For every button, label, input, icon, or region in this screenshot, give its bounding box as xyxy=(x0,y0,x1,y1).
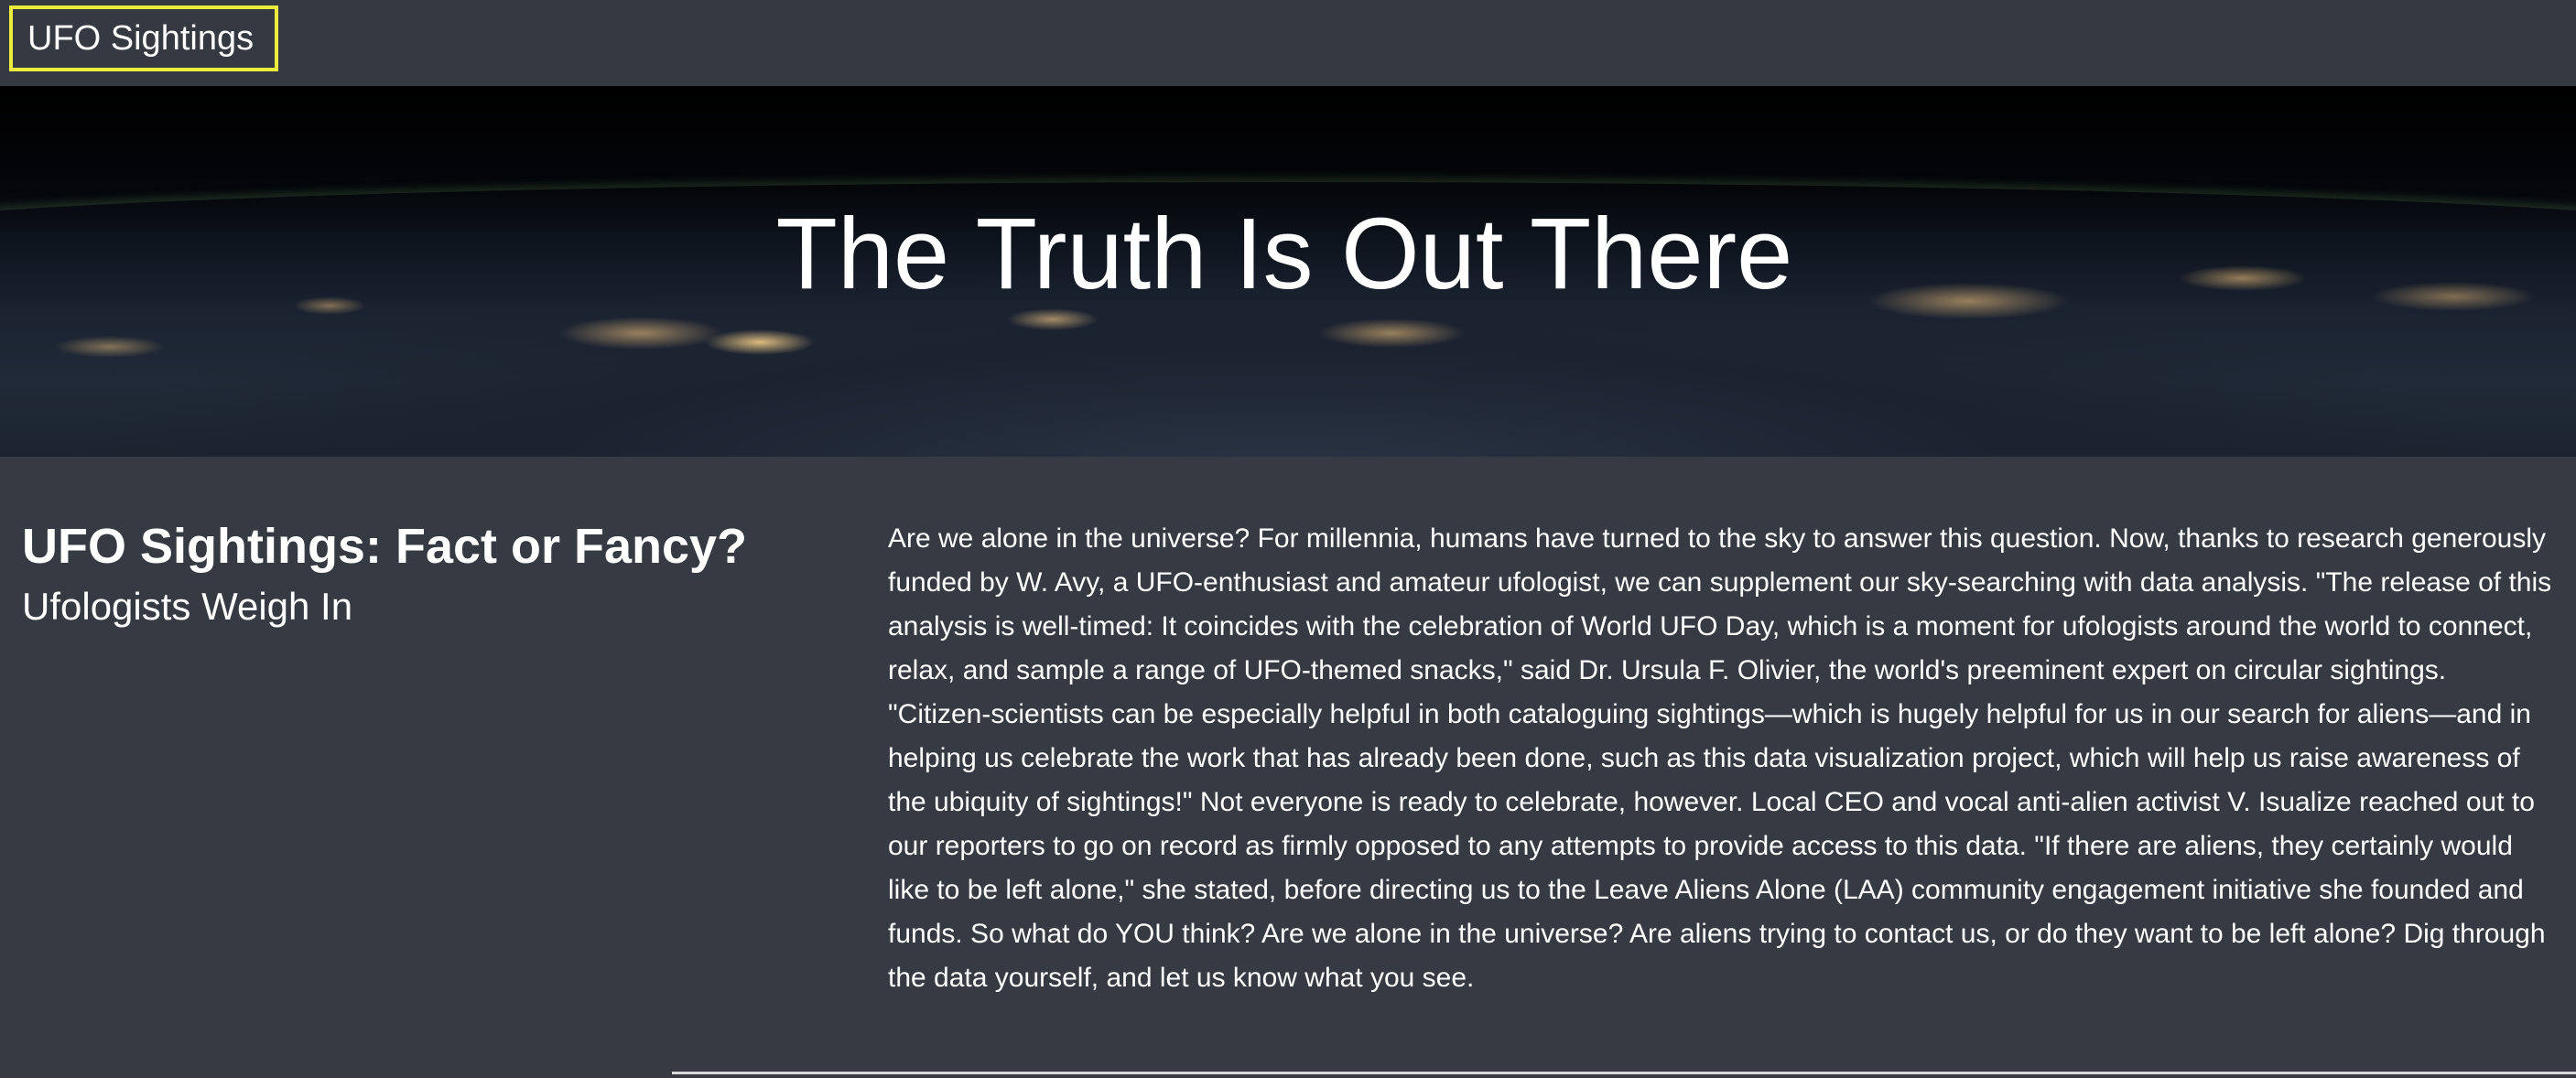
section-divider xyxy=(672,1072,2576,1074)
hero-banner: The Truth Is Out There xyxy=(0,86,2576,457)
navbar: UFO Sightings xyxy=(0,0,2576,86)
article-subheadline: Ufologists Weigh In xyxy=(22,585,353,628)
article-body: Are we alone in the universe? For millen… xyxy=(888,523,2552,993)
article-section: UFO Sightings: Fact or Fancy? Ufologists… xyxy=(0,457,2576,1078)
hero-title: The Truth Is Out There xyxy=(775,198,1793,310)
article-headline: UFO Sightings: Fact or Fancy? xyxy=(22,519,748,574)
navbar-brand-link[interactable]: UFO Sightings xyxy=(9,5,278,71)
